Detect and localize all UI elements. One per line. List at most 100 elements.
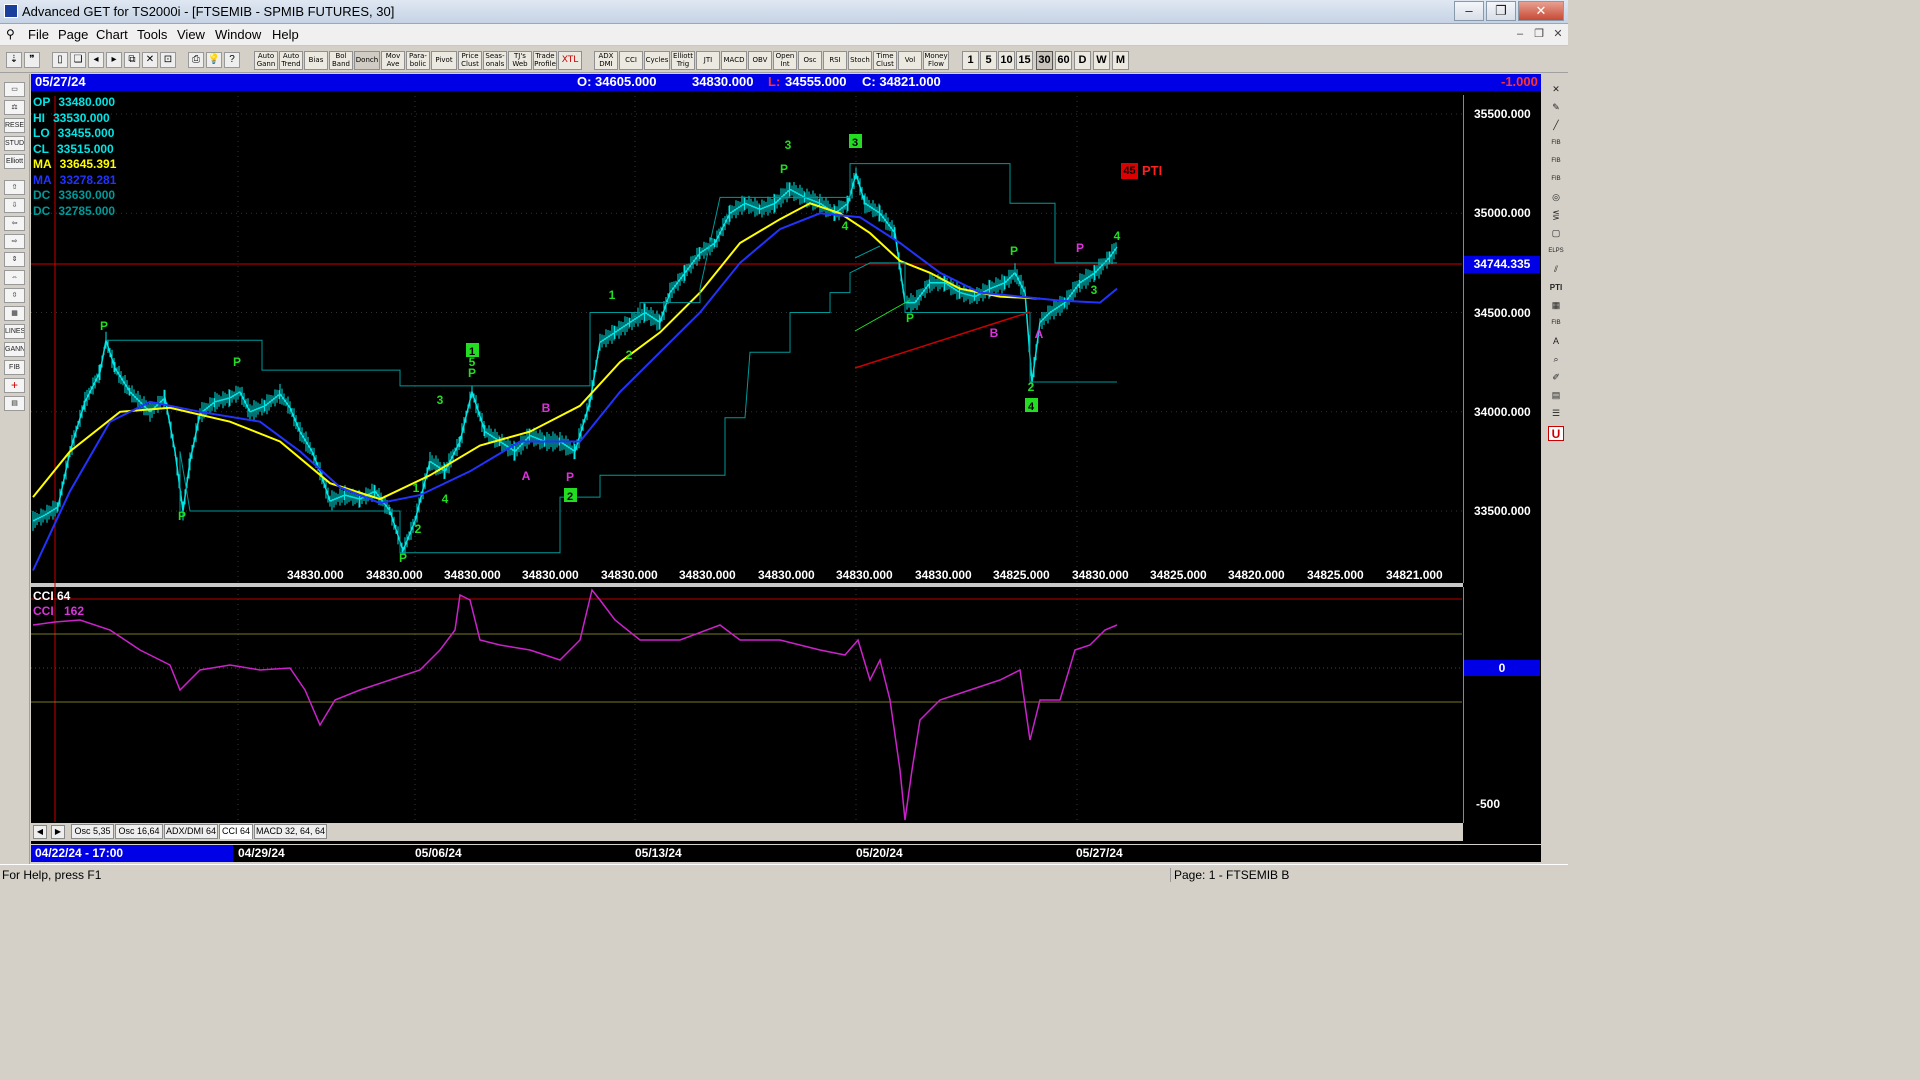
info-row: LO 33455.000 — [33, 126, 114, 141]
wave-label: A — [1035, 327, 1044, 341]
date-axis: 04/22/24 - 17:00 04/29/24 05/06/24 05/13… — [31, 845, 1541, 862]
price-tick: 34000.000 — [1474, 405, 1531, 419]
wave-label: 4 — [442, 492, 449, 506]
info-label: MA — [33, 172, 52, 187]
trend-line-green — [854, 299, 911, 332]
tab-macd[interactable]: MACD 32, 64, 64 — [254, 824, 327, 839]
wave-label: 3 — [785, 138, 792, 152]
cci-low-label: -500 — [1476, 797, 1501, 811]
date-label: 05/13/24 — [635, 846, 682, 860]
trend-line-teal — [854, 245, 881, 259]
wave-label: 2 — [626, 348, 633, 362]
status-page: Page: 1 - FTSEMIB B — [1170, 868, 1560, 882]
tab-right-arrow-icon[interactable]: ▶ — [51, 825, 65, 839]
date-label: 05/06/24 — [415, 846, 462, 860]
close-value: 34825.000 — [993, 568, 1050, 582]
info-label: DC — [33, 188, 51, 202]
trend-line-red — [854, 311, 1031, 369]
info-value: 33515.000 — [57, 141, 114, 156]
status-bar: For Help, press F1 Page: 1 - FTSEMIB B — [0, 864, 1568, 882]
tab-osc-16-64[interactable]: Osc 16,64 — [115, 824, 163, 839]
indicator-tabs: ◀ ▶ Osc 5,35 Osc 16,64 ADX/DMI 64 CCI 64… — [31, 823, 1463, 841]
price-tick: 35500.000 — [1474, 107, 1531, 121]
close-value: 34830.000 — [836, 568, 893, 582]
wave-label: P — [468, 366, 476, 380]
cci-label: CCI 64 — [33, 589, 71, 603]
date-label: 04/29/24 — [238, 846, 285, 860]
wave-label: P — [780, 162, 788, 176]
wave-label: P — [1010, 244, 1018, 258]
cci-zero-label: 0 — [1464, 660, 1540, 676]
price-tick: 33500.000 — [1474, 504, 1531, 518]
wave-label: P — [178, 509, 186, 523]
donchian-upper — [105, 163, 1117, 387]
wave-label: 3 — [437, 393, 444, 407]
info-value: 33530.000 — [53, 110, 110, 125]
date-first: 04/22/24 - 17:00 — [31, 845, 233, 862]
close-value: 34821.000 — [1386, 568, 1443, 582]
info-value: 33630.000 — [58, 188, 116, 202]
close-value: 34830.000 — [522, 568, 579, 582]
close-value: 34830.000 — [444, 568, 501, 582]
wave-label: B — [542, 401, 551, 415]
close-value: 34825.000 — [1150, 568, 1207, 582]
info-label: OP — [33, 95, 51, 109]
cci-axis: -500 — [1463, 587, 1541, 823]
tab-cci-64[interactable]: CCI 64 — [219, 824, 253, 839]
date-label: 05/20/24 — [856, 846, 903, 860]
tab-adx-dmi[interactable]: ADX/DMI 64 — [164, 824, 218, 839]
price-axis: 35500.000 35000.000 34500.000 34000.000 … — [1463, 95, 1541, 583]
status-help: For Help, press F1 — [2, 868, 102, 882]
wave-label: P — [1076, 241, 1084, 255]
wave-label: P — [233, 355, 241, 369]
info-value: 33645.391 — [59, 157, 117, 171]
ma-yellow-line — [32, 202, 1041, 501]
info-value: 33278.281 — [59, 172, 117, 187]
info-value: 32785.000 — [58, 203, 116, 218]
price-tick: 34500.000 — [1474, 306, 1531, 320]
wave-box-label: 3 — [852, 137, 858, 149]
wave-label: 1 — [609, 288, 616, 302]
info-row: CL 33515.000 — [33, 142, 114, 157]
close-value: 34830.000 — [601, 568, 658, 582]
tab-left-arrow-icon[interactable]: ◀ — [33, 825, 47, 839]
info-row: MA 33645.391 — [33, 157, 116, 172]
close-value: 34830.000 — [679, 568, 736, 582]
wave-box-label: 1 — [469, 346, 475, 358]
info-value: 33455.000 — [57, 126, 115, 140]
info-row: DC 33630.000 — [33, 188, 115, 203]
info-label: MA — [33, 157, 52, 171]
pti-value-box: 45 — [1121, 163, 1138, 179]
wave-label: P — [100, 319, 108, 333]
ma-blue-line — [32, 212, 1118, 571]
cci2-label: CCI — [33, 604, 54, 618]
info-row: HI 33530.000 — [33, 111, 110, 126]
wave-label: A — [522, 469, 531, 483]
info-row: OP 33480.000 — [33, 95, 115, 110]
wave-label: 4 — [842, 219, 849, 233]
close-value: 34830.000 — [1072, 568, 1129, 582]
price-tick: 35000.000 — [1474, 206, 1531, 220]
info-row: MA 33278.281 — [33, 173, 116, 188]
current-price-label: 34744.335 — [1464, 256, 1540, 273]
donchian-lower — [179, 262, 1117, 554]
info-label: LO — [33, 126, 50, 140]
wave-label: 2 — [415, 522, 422, 536]
info-value: 33480.000 — [58, 95, 116, 109]
wave-label: P — [566, 470, 574, 484]
pti-label: PTI — [1142, 163, 1163, 178]
info-label: DC — [33, 203, 51, 218]
close-value: 34825.000 — [1307, 568, 1364, 582]
close-value: 34830.000 — [366, 568, 423, 582]
info-row: DC 32785.000 — [33, 204, 115, 219]
wave-label: 3 — [1091, 283, 1098, 297]
wave-label: B — [990, 326, 999, 340]
price-chart[interactable]: P P P P 1 2 3 45 P A B P 1 2 3 P P 4 P B A 2 P 3 4 1 2 3 4 — [0, 0, 1568, 882]
info-label: HI — [33, 110, 45, 125]
wave-label: P — [906, 311, 914, 325]
pane-divider — [31, 583, 1463, 587]
close-value: 34830.000 — [287, 568, 344, 582]
close-value: 34820.000 — [1228, 568, 1285, 582]
tab-osc-5-35[interactable]: Osc 5,35 — [71, 824, 114, 839]
date-label: 05/27/24 — [1076, 846, 1123, 860]
